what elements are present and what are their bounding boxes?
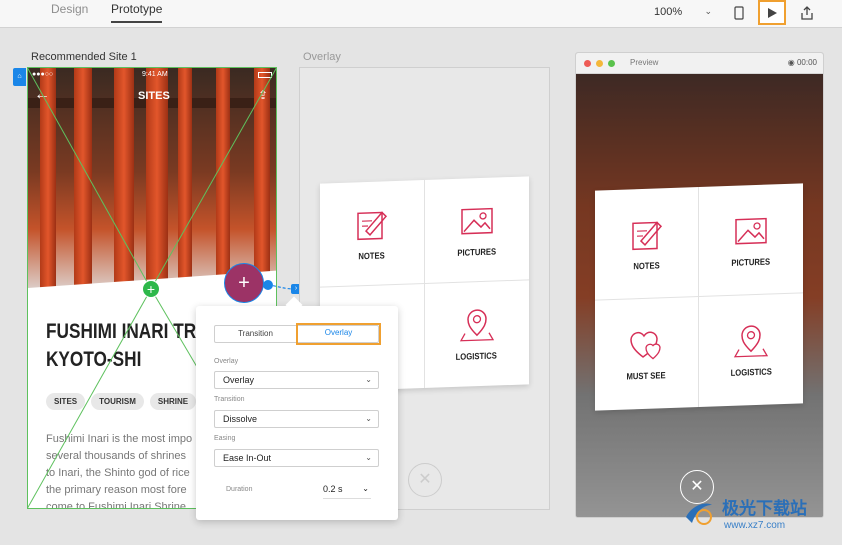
artboard-label: Recommended Site 1 [31, 51, 137, 63]
menu-item-pictures[interactable]: PICTURES [699, 183, 803, 297]
easing-select[interactable]: Ease In-Out ⌄ [214, 449, 379, 467]
preview-timer: ◉ 00:00 [787, 58, 817, 67]
interaction-popover: Transition Overlay Overlay Overlay ⌄ Tran… [196, 296, 398, 520]
pictures-icon [461, 207, 493, 234]
tab-design[interactable]: Design [51, 2, 88, 16]
close-icon[interactable]: ✕ [408, 463, 442, 497]
top-toolbar: Design Prototype 100% ⌄ [0, 0, 842, 28]
tab-prototype[interactable]: Prototype [111, 2, 163, 23]
menu-item-pictures[interactable]: PICTURES [424, 176, 529, 284]
duration-select[interactable]: 0.2 s ⌄ [323, 484, 371, 499]
home-icon[interactable]: ⌂ [13, 68, 26, 86]
chevron-down-icon: ⌄ [362, 484, 369, 493]
maximize-window-button[interactable] [608, 60, 615, 67]
menu-item-logistics[interactable]: LOGISTICS [699, 293, 803, 407]
transition-label: Transition [214, 396, 245, 403]
menu-item-logistics[interactable]: LOGISTICS [425, 280, 530, 388]
chevron-down-icon: ⌄ [365, 453, 372, 462]
device-preview-icon[interactable] [728, 2, 750, 24]
add-link-icon[interactable]: + [142, 280, 160, 298]
minimize-window-button[interactable] [596, 60, 603, 67]
hotspot-add-button[interactable]: + [224, 263, 264, 303]
notes-icon [631, 220, 662, 250]
artboard-label: Overlay [303, 51, 341, 63]
close-window-button[interactable] [584, 60, 591, 67]
pictures-icon [735, 217, 767, 244]
chevron-down-icon: ⌄ [704, 6, 712, 16]
overlay-select[interactable]: Overlay ⌄ [214, 371, 379, 389]
overlay-label: Overlay [214, 358, 239, 365]
watermark-logo [686, 503, 712, 525]
chevron-down-icon: ⌄ [365, 414, 372, 423]
share-icon[interactable] [796, 2, 818, 24]
watermark-text: 极光下载站 [722, 499, 807, 518]
menu-item-notes[interactable]: NOTES [595, 187, 699, 301]
link-handle[interactable] [263, 280, 273, 290]
action-segmented-control[interactable]: Transition Overlay [214, 323, 381, 345]
zoom-select[interactable]: 100% ⌄ [654, 6, 712, 18]
chevron-down-icon: ⌄ [365, 375, 372, 384]
preview-menu-card[interactable]: NOTES PICTURES MUST SEE LOGISTICS [595, 183, 803, 411]
location-pin-icon [733, 325, 769, 358]
watermark-url: www.xz7.com [724, 520, 786, 531]
duration-label: Duration [226, 486, 253, 493]
play-icon[interactable] [758, 0, 786, 25]
preview-titlebar: Preview ◉ 00:00 [576, 53, 823, 74]
heart-icon [629, 331, 661, 360]
preview-title: Preview [630, 58, 659, 67]
menu-item-notes[interactable]: NOTES [320, 180, 425, 288]
menu-item-must-see[interactable]: MUST SEE [595, 297, 699, 411]
location-pin-icon [459, 309, 494, 342]
notes-icon [357, 210, 387, 240]
zoom-value: 100% [654, 6, 683, 18]
easing-label: Easing [214, 435, 236, 442]
segment-overlay[interactable]: Overlay [296, 323, 381, 345]
transition-select[interactable]: Dissolve ⌄ [214, 410, 379, 428]
segment-transition[interactable]: Transition [215, 326, 296, 342]
